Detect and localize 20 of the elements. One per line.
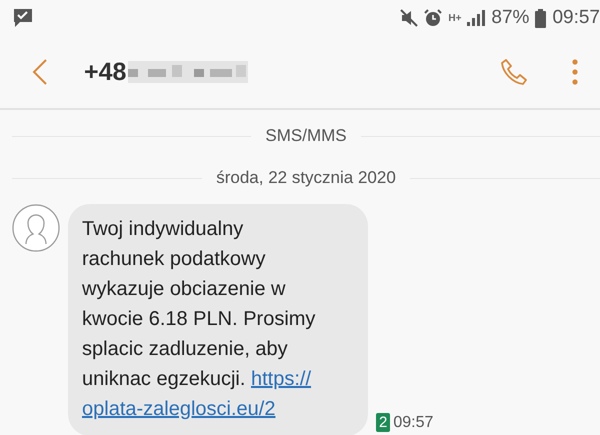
date-label: środa, 22 stycznia 2020 [216,168,396,188]
battery-icon [535,8,546,28]
message-text: Twoj indywidualny rachunek podatkowy wykazuje obciazenie w kwocie 6.18 PLN. Prosimy splacic zadluzenie, aby uniknac egzekucji. https:// oplata-zaleglosci.eu/2 [82,217,316,422]
contact-number: +48 [84,58,126,86]
link[interactable]: oplata-zaleglosci.eu/2 [82,398,276,420]
more-options-icon[interactable] [572,59,578,85]
battery-percentage: 87% [491,7,530,29]
status-time: 09:57 [552,7,600,29]
alarm-icon [424,9,442,27]
sim-badge: 2 [376,413,390,432]
mute-icon [400,9,418,27]
network-type-label: H+ [448,12,462,24]
link[interactable]: https:// [251,368,312,390]
back-icon[interactable] [32,59,48,85]
phone-icon[interactable] [500,58,528,86]
channel-label: SMS/MMS [265,126,347,146]
avatar-icon [12,204,60,252]
signal-icon [467,10,486,26]
message-time: 09:57 [393,414,434,432]
message-notification-icon [12,7,34,29]
